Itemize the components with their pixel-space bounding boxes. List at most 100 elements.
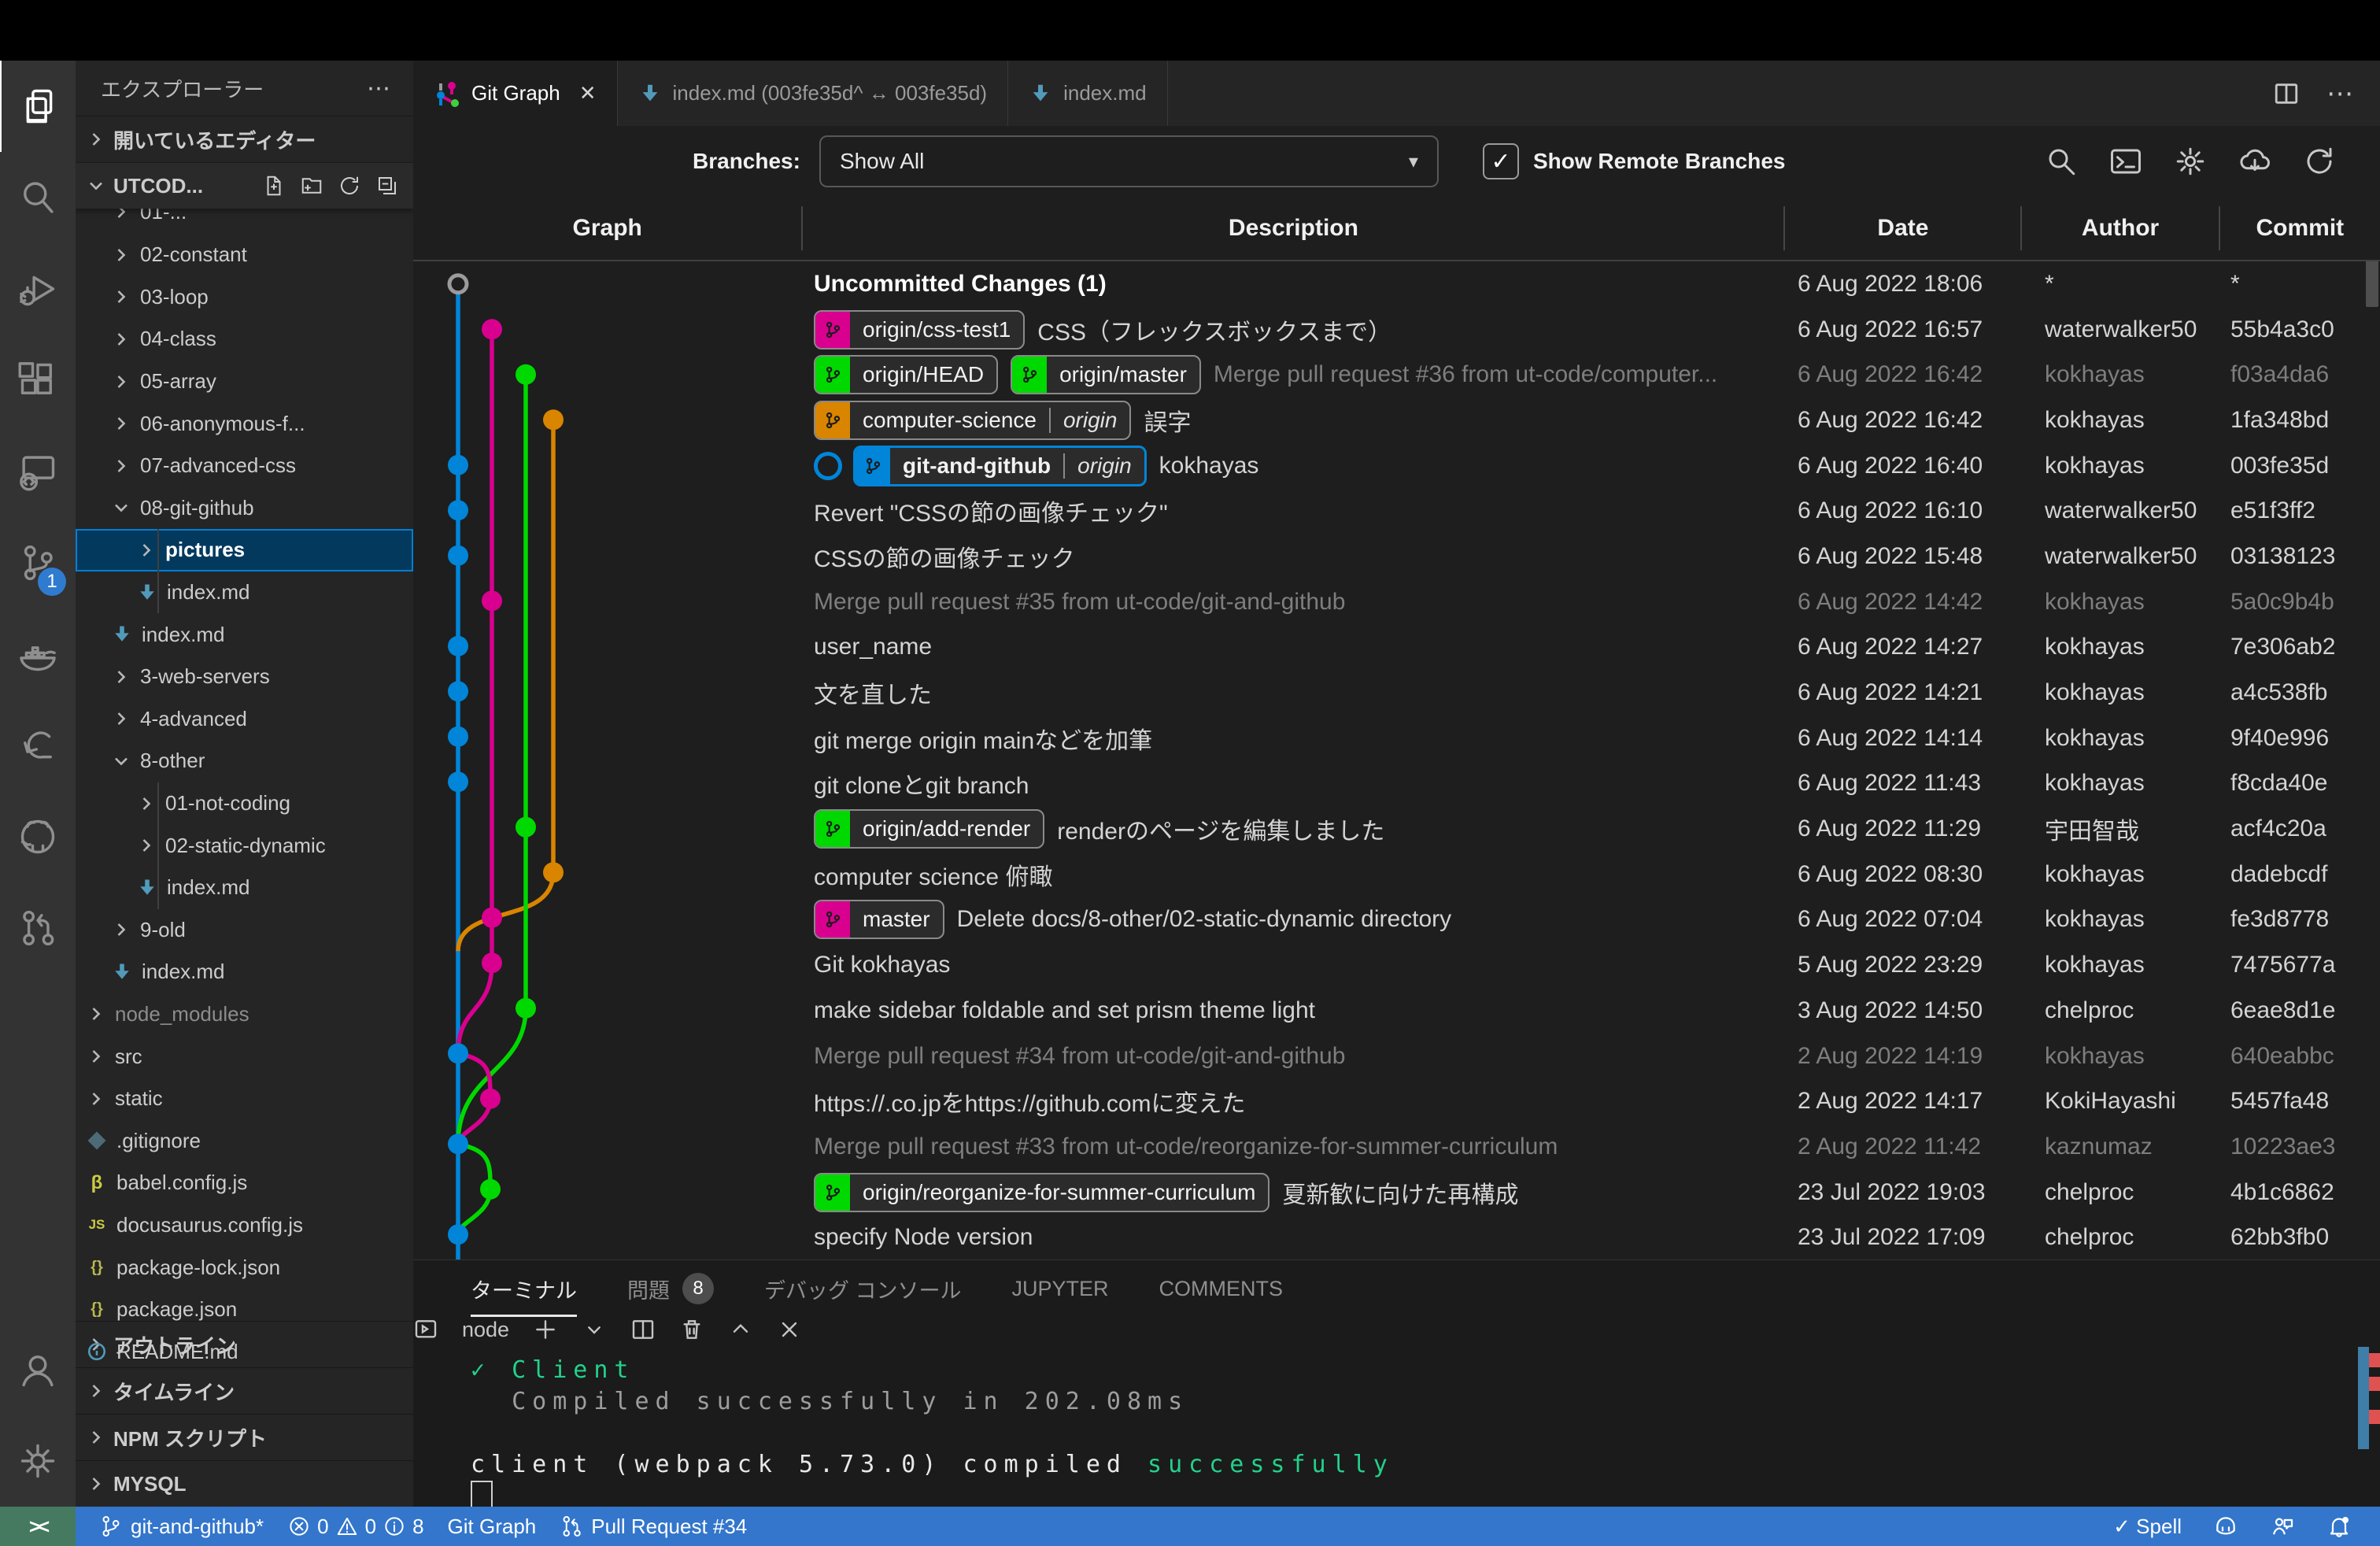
branch-badge[interactable]: computer-scienceorigin: [814, 401, 1131, 440]
github-icon[interactable]: [0, 791, 76, 882]
commit-row[interactable]: masterDelete docs/8-other/02-static-dyna…: [413, 897, 2380, 943]
commit-row[interactable]: Merge pull request #33 from ut-code/reor…: [413, 1124, 2380, 1170]
new-file-icon[interactable]: [262, 174, 286, 198]
commit-row[interactable]: 文を直した6 Aug 2022 14:21kokhayasa4c538fb: [413, 670, 2380, 716]
find-commit-icon[interactable]: [2045, 145, 2078, 178]
col-date[interactable]: Date: [1783, 206, 2020, 250]
panel-tab-COMMENTS[interactable]: COMMENTS: [1159, 1260, 1284, 1317]
terminal-output[interactable]: ✓ Client Compiled successfully in 202.08…: [471, 1355, 1394, 1515]
branch-badge[interactable]: origin/master: [1011, 355, 1201, 394]
panel-tab-デバッグ コンソール[interactable]: デバッグ コンソール: [764, 1260, 962, 1317]
tree-item[interactable]: index.md: [76, 613, 413, 656]
branch-badge[interactable]: origin/reorganize-for-summer-curriculum: [814, 1173, 1269, 1212]
tree-item[interactable]: 01-...: [76, 209, 413, 234]
tab-index-md-diff[interactable]: index.md (003fe35d^ ↔ 003fe35d): [618, 61, 1009, 126]
tree-item[interactable]: 02-static-dynamic: [76, 824, 413, 867]
settings-icon[interactable]: [2174, 145, 2207, 178]
commit-row[interactable]: git cloneとgit branch6 Aug 2022 11:43kokh…: [413, 761, 2380, 807]
tree-item[interactable]: README.md: [76, 1330, 413, 1373]
tree-item[interactable]: pictures: [76, 529, 413, 571]
tree-item[interactable]: .gitignore: [76, 1119, 413, 1162]
commit-row[interactable]: https://.co.jpをhttps://github.comに変えた2 A…: [413, 1078, 2380, 1124]
fetch-icon[interactable]: [2238, 145, 2271, 178]
branch-badge[interactable]: origin/HEAD: [814, 355, 998, 394]
maximize-panel-icon[interactable]: [728, 1317, 753, 1342]
source-control-icon[interactable]: 1: [0, 517, 76, 608]
refresh-icon[interactable]: [2303, 145, 2336, 178]
commit-row[interactable]: make sidebar foldable and set prism them…: [413, 988, 2380, 1034]
tab-index-md[interactable]: index.md: [1008, 61, 1168, 126]
col-commit[interactable]: Commit: [2219, 206, 2380, 250]
tree-item[interactable]: 04-class: [76, 318, 413, 361]
show-remote-branches-checkbox[interactable]: ✓: [1483, 143, 1519, 179]
refresh-explorer-icon[interactable]: [338, 174, 361, 198]
commit-row[interactable]: Uncommitted Changes (1)6 Aug 2022 18:06*…: [413, 261, 2380, 307]
pull-request-status-item[interactable]: Pull Request #34: [560, 1515, 747, 1539]
explorer-icon[interactable]: [0, 61, 77, 152]
commit-row[interactable]: Merge pull request #34 from ut-code/git-…: [413, 1034, 2380, 1079]
new-folder-icon[interactable]: [300, 174, 323, 198]
spell-check-item[interactable]: ✓ Spell: [2113, 1515, 2182, 1539]
split-terminal-icon[interactable]: [630, 1317, 656, 1342]
tree-item[interactable]: 01-not-coding: [76, 782, 413, 825]
new-terminal-icon[interactable]: [533, 1317, 558, 1342]
tree-item[interactable]: 06-anonymous-f...: [76, 402, 413, 445]
tree-item[interactable]: 3-web-servers: [76, 656, 413, 698]
close-tab-icon[interactable]: ✕: [579, 81, 597, 105]
branches-dropdown[interactable]: Show All ▾: [819, 135, 1439, 187]
tree-item[interactable]: 07-advanced-css: [76, 445, 413, 487]
commit-row[interactable]: user_name6 Aug 2022 14:27kokhayas7e306ab…: [413, 625, 2380, 671]
tree-item[interactable]: 9-old: [76, 909, 413, 952]
tree-item[interactable]: 8-other: [76, 740, 413, 782]
tree-item[interactable]: 02-constant: [76, 234, 413, 276]
docker-icon[interactable]: [0, 608, 76, 700]
col-graph[interactable]: Graph: [413, 215, 801, 242]
commit-row[interactable]: Merge pull request #35 from ut-code/git-…: [413, 579, 2380, 625]
terminal-icon[interactable]: [2109, 145, 2142, 178]
tree-item[interactable]: node_modules: [76, 993, 413, 1036]
terminal-dropdown-icon[interactable]: [582, 1317, 607, 1342]
terminal-scrollbar[interactable]: [2358, 1347, 2369, 1449]
search-icon[interactable]: [0, 152, 76, 243]
col-description[interactable]: Description: [801, 206, 1783, 250]
branch-badge[interactable]: master: [814, 900, 944, 939]
split-editor-icon[interactable]: [2273, 80, 2300, 107]
branch-badge[interactable]: origin/css-test1: [814, 310, 1025, 350]
problems-status-item[interactable]: 0 0 8: [287, 1515, 423, 1539]
col-author[interactable]: Author: [2020, 206, 2218, 250]
branch-badge[interactable]: git-and-githuborigin: [853, 446, 1147, 486]
commit-row[interactable]: Git kokhayas5 Aug 2022 23:29kokhayas7475…: [413, 942, 2380, 988]
run-debug-icon[interactable]: [0, 243, 76, 335]
tree-item[interactable]: index.md: [76, 571, 413, 614]
tree-item[interactable]: index.md: [76, 867, 413, 909]
panel-tab-JUPYTER[interactable]: JUPYTER: [1012, 1260, 1109, 1317]
extensions-icon[interactable]: [0, 335, 76, 426]
sidebar-section-タイムライン[interactable]: タイムライン: [76, 1367, 413, 1414]
account-icon[interactable]: [0, 1324, 76, 1415]
commit-row[interactable]: computer science 俯瞰6 Aug 2022 08:30kokha…: [413, 852, 2380, 897]
tree-item[interactable]: 05-array: [76, 361, 413, 403]
branch-badge[interactable]: origin/add-render: [814, 809, 1044, 849]
notifications-bell-icon[interactable]: [2326, 1514, 2352, 1539]
collapse-folders-icon[interactable]: [375, 174, 399, 198]
editor-more-actions-icon[interactable]: ⋯: [2326, 78, 2353, 109]
commit-row[interactable]: origin/add-renderrenderのページを編集しました6 Aug …: [413, 806, 2380, 852]
open-editors-section[interactable]: 開いているエディター: [76, 116, 413, 162]
git-graph-status-item[interactable]: Git Graph: [448, 1515, 537, 1539]
commit-row[interactable]: git merge origin mainなどを加筆6 Aug 2022 14:…: [413, 716, 2380, 761]
tree-item[interactable]: {}package-lock.json: [76, 1246, 413, 1289]
tree-item[interactable]: 4-advanced: [76, 698, 413, 741]
remote-explorer-icon[interactable]: [0, 426, 76, 517]
commit-row[interactable]: computer-scienceorigin誤字6 Aug 2022 16:42…: [413, 398, 2380, 443]
commit-row[interactable]: CSSの節の画像チェック6 Aug 2022 15:48waterwalker5…: [413, 534, 2380, 579]
gitlens-icon[interactable]: [0, 700, 76, 791]
settings-gear-icon[interactable]: [0, 1415, 76, 1507]
commit-row[interactable]: specify Node version23 Jul 2022 17:09che…: [413, 1215, 2380, 1260]
commit-row[interactable]: git-and-githuboriginkokhayas6 Aug 2022 1…: [413, 443, 2380, 489]
workspace-section[interactable]: UTCOD...: [76, 162, 413, 209]
panel-tab-ターミナル[interactable]: ターミナル: [471, 1260, 577, 1317]
feedback-icon[interactable]: [2270, 1514, 2295, 1539]
commit-row[interactable]: Revert "CSSの節の画像チェック"6 Aug 2022 16:10wat…: [413, 488, 2380, 534]
kill-terminal-icon[interactable]: [679, 1317, 704, 1342]
tree-item[interactable]: βbabel.config.js: [76, 1162, 413, 1204]
